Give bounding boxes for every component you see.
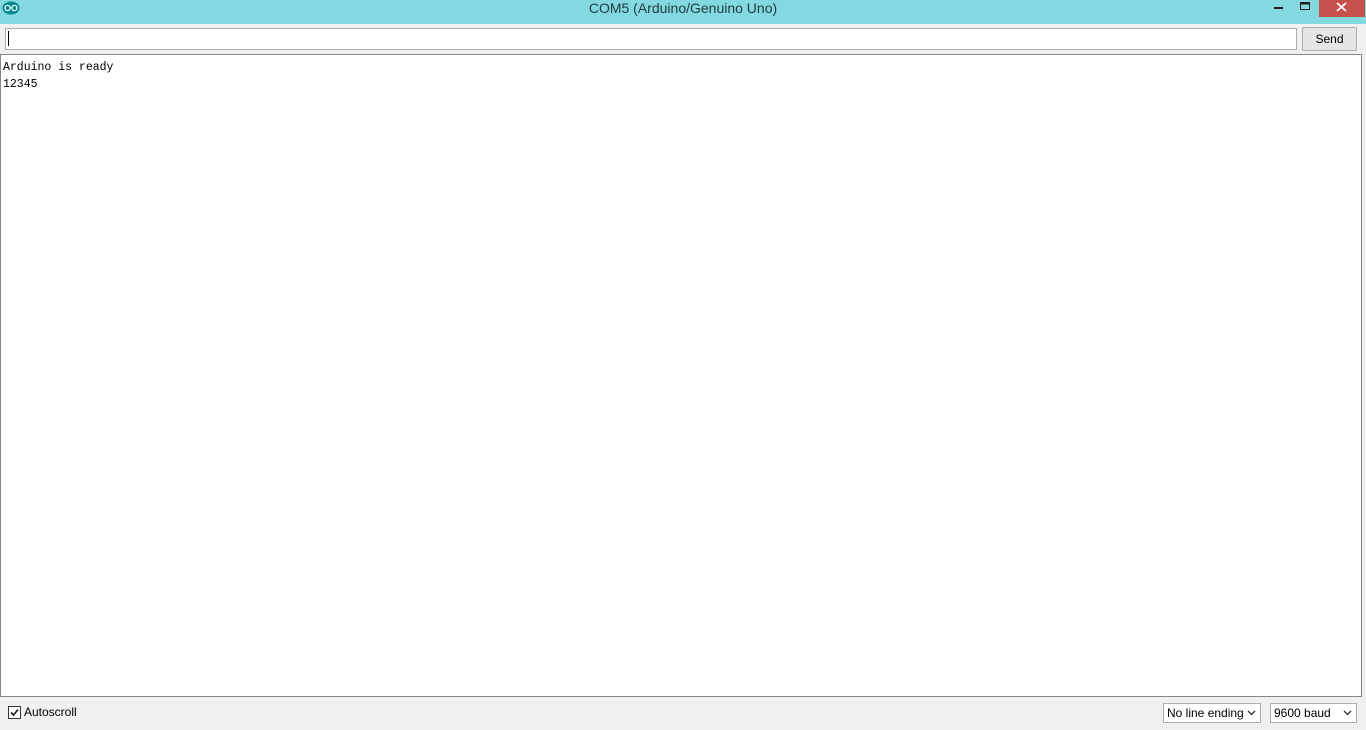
baud-rate-value: 9600 baud	[1274, 706, 1331, 720]
send-toolbar: Send	[0, 24, 1366, 54]
serial-output-area[interactable]: Arduino is ready 12345	[0, 54, 1362, 697]
checkmark-icon	[10, 708, 19, 717]
close-button[interactable]	[1319, 0, 1365, 17]
autoscroll-checkbox[interactable]	[8, 706, 21, 719]
minimize-button[interactable]	[1265, 0, 1291, 17]
chevron-down-icon	[1247, 710, 1256, 716]
window-title: COM5 (Arduino/Genuino Uno)	[588, 0, 778, 16]
minimize-icon	[1274, 7, 1283, 9]
close-icon	[1336, 2, 1347, 12]
maximize-button[interactable]	[1292, 0, 1318, 17]
text-caret	[8, 31, 9, 46]
output-line: 12345	[3, 78, 38, 91]
autoscroll-label: Autoscroll	[24, 705, 77, 719]
send-button[interactable]: Send	[1302, 27, 1357, 51]
footer-bar: Autoscroll No line ending 9600 baud	[0, 697, 1366, 730]
serial-send-input[interactable]	[5, 28, 1297, 50]
line-ending-value: No line ending	[1167, 706, 1244, 720]
title-bar[interactable]: COM5 (Arduino/Genuino Uno)	[0, 0, 1366, 24]
maximize-icon	[1300, 2, 1310, 10]
chevron-down-icon	[1343, 710, 1352, 716]
line-ending-select[interactable]: No line ending	[1163, 703, 1261, 723]
output-line: Arduino is ready	[3, 61, 114, 74]
baud-rate-select[interactable]: 9600 baud	[1270, 703, 1357, 723]
